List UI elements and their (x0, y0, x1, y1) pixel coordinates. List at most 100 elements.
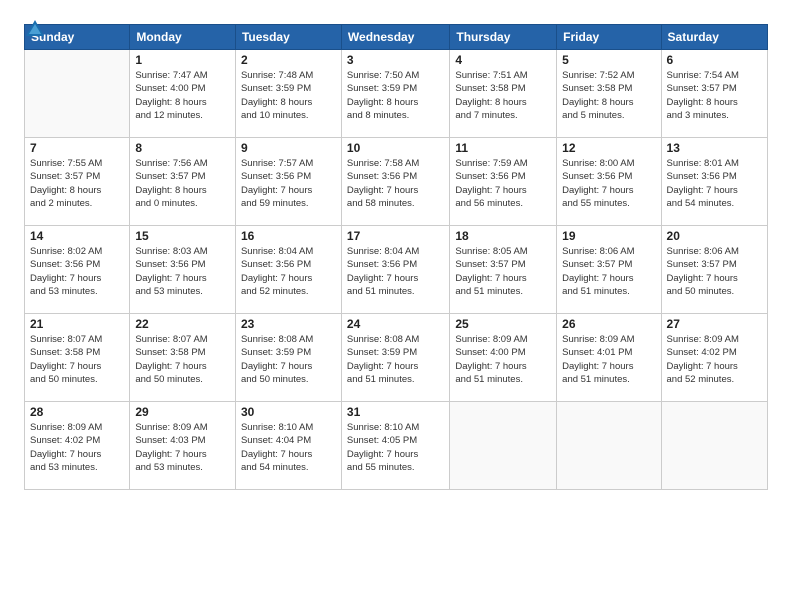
day-number: 2 (241, 53, 336, 67)
day-number: 30 (241, 405, 336, 419)
calendar-cell: 20 Sunrise: 8:06 AMSunset: 3:57 PMDayligh… (661, 226, 767, 314)
day-number: 20 (667, 229, 762, 243)
calendar-cell: 3 Sunrise: 7:50 AMSunset: 3:59 PMDaylight… (341, 50, 449, 138)
weekday-header: Wednesday (341, 25, 449, 50)
day-number: 10 (347, 141, 444, 155)
day-number: 14 (30, 229, 124, 243)
day-number: 29 (135, 405, 230, 419)
calendar-cell: 24Sunrise: 8:08 AMSunset: 3:59 PMDayligh… (341, 314, 449, 402)
day-number: 15 (135, 229, 230, 243)
calendar-cell: 9Sunrise: 7:57 AMSunset: 3:56 PMDaylight… (235, 138, 341, 226)
day-number: 3 (347, 53, 444, 67)
day-info: Sunrise: 8:05 AMSunset: 3:57 PMDaylight:… (455, 245, 551, 298)
day-info: Sunrise: 8:09 AMSunset: 4:00 PMDaylight:… (455, 333, 551, 386)
day-number: 28 (30, 405, 124, 419)
day-number: 17 (347, 229, 444, 243)
calendar-cell: 1 Sunrise: 7:47 AMSunset: 4:00 PMDaylight… (130, 50, 236, 138)
calendar-cell (25, 50, 130, 138)
day-info: Sunrise: 8:03 AMSunset: 3:56 PMDaylight:… (135, 245, 230, 298)
logo-icon (24, 18, 46, 40)
day-info: Sunrise: 7:47 AMSunset: 4:00 PMDaylight:… (135, 69, 230, 122)
calendar-cell: 29 Sunrise: 8:09 AMSunset: 4:03 PMDayligh… (130, 402, 236, 490)
day-number: 25 (455, 317, 551, 331)
weekday-header: Monday (130, 25, 236, 50)
weekday-header: Tuesday (235, 25, 341, 50)
logo (24, 18, 50, 40)
day-info: Sunrise: 8:01 AMSunset: 3:56 PMDaylight:… (667, 157, 762, 210)
day-info: Sunrise: 8:02 AMSunset: 3:56 PMDaylight:… (30, 245, 124, 298)
calendar-cell: 8 Sunrise: 7:56 AMSunset: 3:57 PMDaylight… (130, 138, 236, 226)
calendar-cell: 23 Sunrise: 8:08 AMSunset: 3:59 PMDayligh… (235, 314, 341, 402)
calendar-cell: 5Sunrise: 7:52 AMSunset: 3:58 PMDaylight… (557, 50, 661, 138)
calendar-cell: 28 Sunrise: 8:09 AMSunset: 4:02 PMDayligh… (25, 402, 130, 490)
day-number: 8 (135, 141, 230, 155)
day-number: 31 (347, 405, 444, 419)
day-number: 9 (241, 141, 336, 155)
day-number: 12 (562, 141, 655, 155)
calendar-cell: 13 Sunrise: 8:01 AMSunset: 3:56 PMDayligh… (661, 138, 767, 226)
calendar-cell: 16 Sunrise: 8:04 AMSunset: 3:56 PMDayligh… (235, 226, 341, 314)
calendar-cell (661, 402, 767, 490)
day-info: Sunrise: 7:55 AMSunset: 3:57 PMDaylight:… (30, 157, 124, 210)
day-info: Sunrise: 7:52 AMSunset: 3:58 PMDaylight:… (562, 69, 655, 122)
day-info: Sunrise: 8:07 AMSunset: 3:58 PMDaylight:… (135, 333, 230, 386)
day-info: Sunrise: 8:06 AMSunset: 3:57 PMDaylight:… (667, 245, 762, 298)
day-info: Sunrise: 8:04 AMSunset: 3:56 PMDaylight:… (241, 245, 336, 298)
calendar-cell: 31 Sunrise: 8:10 AMSunset: 4:05 PMDayligh… (341, 402, 449, 490)
day-number: 11 (455, 141, 551, 155)
day-number: 24 (347, 317, 444, 331)
page: SundayMondayTuesdayWednesdayThursdayFrid… (0, 0, 792, 612)
calendar-cell: 10Sunrise: 7:58 AMSunset: 3:56 PMDayligh… (341, 138, 449, 226)
day-number: 4 (455, 53, 551, 67)
day-info: Sunrise: 8:09 AMSunset: 4:03 PMDaylight:… (135, 421, 230, 474)
calendar-body: 1 Sunrise: 7:47 AMSunset: 4:00 PMDaylight… (25, 50, 768, 490)
day-number: 27 (667, 317, 762, 331)
calendar-week-row: 7 Sunrise: 7:55 AMSunset: 3:57 PMDaylight… (25, 138, 768, 226)
day-number: 6 (667, 53, 762, 67)
calendar-cell: 14 Sunrise: 8:02 AMSunset: 3:56 PMDayligh… (25, 226, 130, 314)
calendar-cell: 17 Sunrise: 8:04 AMSunset: 3:56 PMDayligh… (341, 226, 449, 314)
day-number: 7 (30, 141, 124, 155)
calendar-cell: 15 Sunrise: 8:03 AMSunset: 3:56 PMDayligh… (130, 226, 236, 314)
day-info: Sunrise: 8:10 AMSunset: 4:05 PMDaylight:… (347, 421, 444, 474)
day-info: Sunrise: 8:08 AMSunset: 3:59 PMDaylight:… (241, 333, 336, 386)
calendar-cell: 2 Sunrise: 7:48 AMSunset: 3:59 PMDaylight… (235, 50, 341, 138)
calendar-week-row: 14 Sunrise: 8:02 AMSunset: 3:56 PMDayligh… (25, 226, 768, 314)
day-info: Sunrise: 8:04 AMSunset: 3:56 PMDaylight:… (347, 245, 444, 298)
day-number: 13 (667, 141, 762, 155)
day-number: 23 (241, 317, 336, 331)
calendar-header-row: SundayMondayTuesdayWednesdayThursdayFrid… (25, 25, 768, 50)
calendar-cell: 26 Sunrise: 8:09 AMSunset: 4:01 PMDayligh… (557, 314, 661, 402)
calendar-cell: 7 Sunrise: 7:55 AMSunset: 3:57 PMDaylight… (25, 138, 130, 226)
day-info: Sunrise: 8:09 AMSunset: 4:01 PMDaylight:… (562, 333, 655, 386)
weekday-header: Saturday (661, 25, 767, 50)
day-info: Sunrise: 8:09 AMSunset: 4:02 PMDaylight:… (667, 333, 762, 386)
calendar-cell: 19 Sunrise: 8:06 AMSunset: 3:57 PMDayligh… (557, 226, 661, 314)
calendar-cell: 21Sunrise: 8:07 AMSunset: 3:58 PMDayligh… (25, 314, 130, 402)
weekday-header: Friday (557, 25, 661, 50)
day-number: 16 (241, 229, 336, 243)
day-number: 19 (562, 229, 655, 243)
calendar-cell (557, 402, 661, 490)
day-number: 21 (30, 317, 124, 331)
day-info: Sunrise: 8:00 AMSunset: 3:56 PMDaylight:… (562, 157, 655, 210)
day-info: Sunrise: 8:06 AMSunset: 3:57 PMDaylight:… (562, 245, 655, 298)
calendar-cell: 12 Sunrise: 8:00 AMSunset: 3:56 PMDayligh… (557, 138, 661, 226)
calendar-week-row: 28 Sunrise: 8:09 AMSunset: 4:02 PMDayligh… (25, 402, 768, 490)
day-number: 18 (455, 229, 551, 243)
calendar-cell: 18 Sunrise: 8:05 AMSunset: 3:57 PMDayligh… (450, 226, 557, 314)
day-info: Sunrise: 7:54 AMSunset: 3:57 PMDaylight:… (667, 69, 762, 122)
day-info: Sunrise: 7:48 AMSunset: 3:59 PMDaylight:… (241, 69, 336, 122)
day-info: Sunrise: 8:10 AMSunset: 4:04 PMDaylight:… (241, 421, 336, 474)
day-number: 1 (135, 53, 230, 67)
day-number: 26 (562, 317, 655, 331)
day-number: 22 (135, 317, 230, 331)
calendar-cell: 27 Sunrise: 8:09 AMSunset: 4:02 PMDayligh… (661, 314, 767, 402)
day-info: Sunrise: 7:50 AMSunset: 3:59 PMDaylight:… (347, 69, 444, 122)
day-info: Sunrise: 8:09 AMSunset: 4:02 PMDaylight:… (30, 421, 124, 474)
calendar-cell: 6 Sunrise: 7:54 AMSunset: 3:57 PMDaylight… (661, 50, 767, 138)
day-info: Sunrise: 7:56 AMSunset: 3:57 PMDaylight:… (135, 157, 230, 210)
calendar-cell: 30 Sunrise: 8:10 AMSunset: 4:04 PMDayligh… (235, 402, 341, 490)
calendar-cell: 25 Sunrise: 8:09 AMSunset: 4:00 PMDayligh… (450, 314, 557, 402)
calendar-cell: 22 Sunrise: 8:07 AMSunset: 3:58 PMDayligh… (130, 314, 236, 402)
